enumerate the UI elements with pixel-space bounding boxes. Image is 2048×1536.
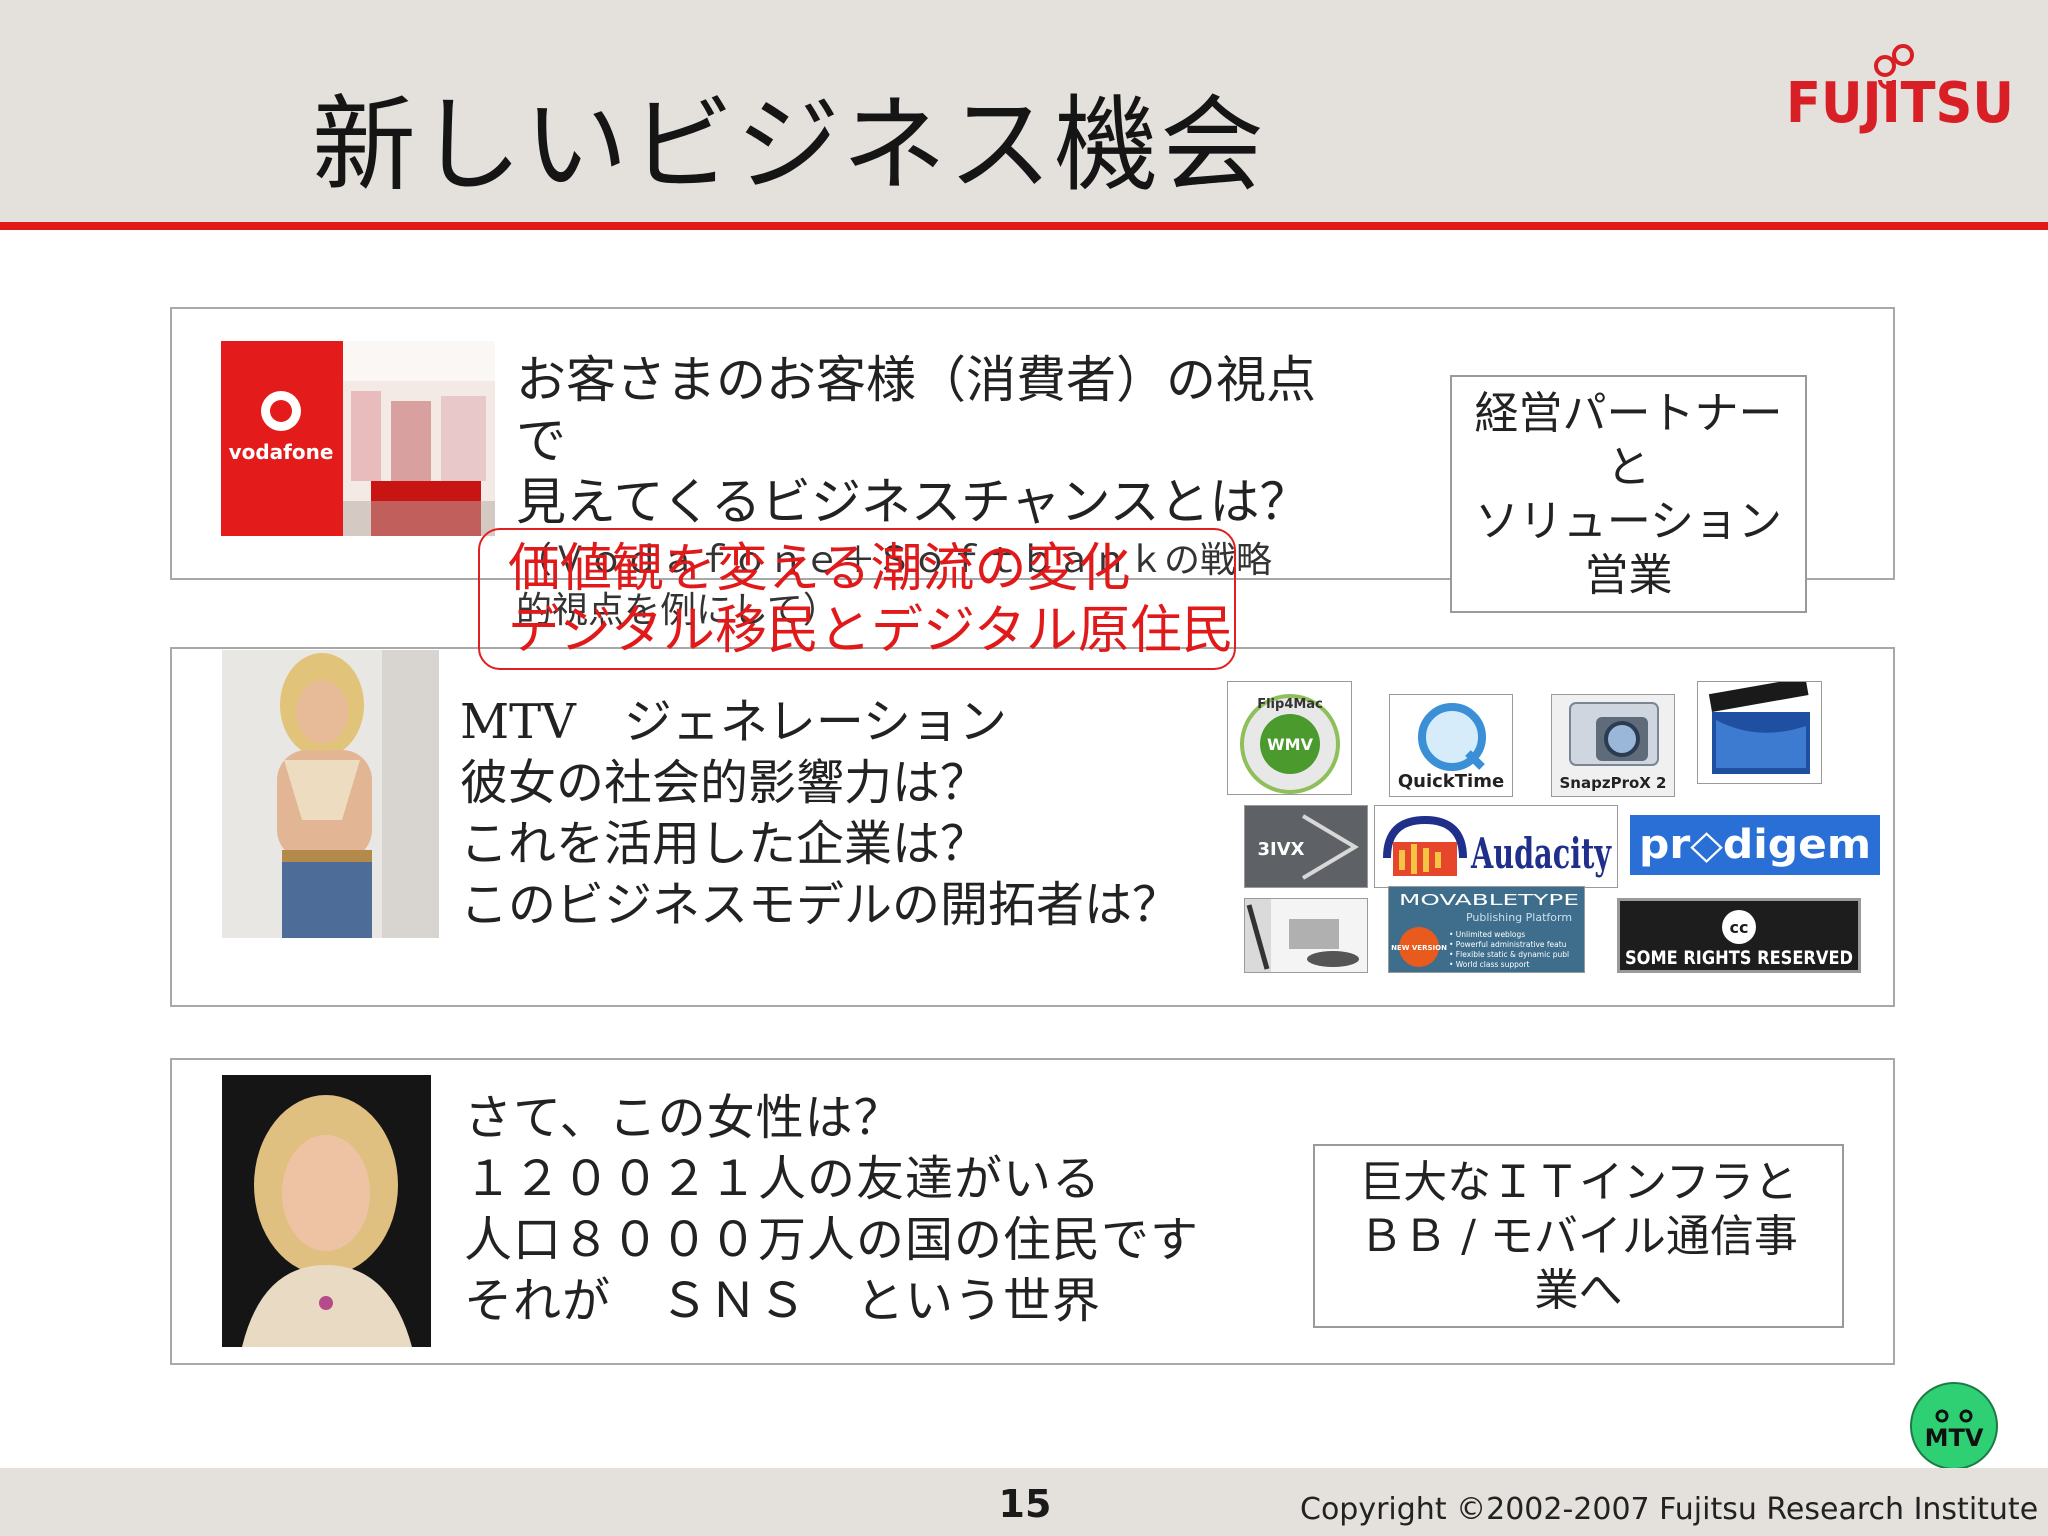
movie-clapper-icon — [1697, 681, 1822, 784]
mtv-badge-icon: MTV — [1910, 1382, 1998, 1470]
panel2-text: MTV ジェネレーション 彼女の社会的影響力は？ これを活用した企業は？ このビ… — [460, 692, 1180, 936]
panel1-line: で — [516, 412, 566, 470]
callout-line: 巨大なＩＴインフラと — [1359, 1157, 1798, 1208]
slide-title: 新しいビジネス機会 — [312, 84, 1267, 206]
video-app-icon — [1244, 898, 1368, 973]
callout-line: と — [1606, 442, 1651, 493]
panel1-text: お客さまのお客様（消費者）の視点 で 見えてくるビジネスチャンスとは？ — [516, 350, 1316, 533]
callout-line: 経営パートナー — [1474, 388, 1783, 439]
flip4mac-icon: Flip4Mac WMV — [1227, 681, 1352, 795]
quicktime-icon: QuickTime — [1389, 694, 1513, 797]
creative-commons-badge: cc SOME RIGHTS RESERVED — [1617, 898, 1861, 973]
3ivx-label: 3IVX — [1257, 839, 1304, 860]
snapzprox-icon: SnapzProX 2 — [1551, 694, 1675, 797]
movabletype-bullet: • Unlimited weblogs — [1449, 930, 1525, 939]
panel2-line: このビジネスモデルの開拓者は？ — [460, 877, 1181, 933]
woman-closeup-photo — [222, 1075, 431, 1347]
panel3-line: それが ＳＮＳ という世界 — [464, 1273, 1102, 1329]
flip4mac-badge: WMV — [1267, 735, 1314, 754]
prodigem-label: pr◇digem — [1639, 822, 1871, 868]
red-callout-line: 価値観を変える潮流の変化 — [508, 539, 1131, 599]
copyright-text: Copyright ©2002-2007 Fujitsu Research In… — [1300, 1492, 2039, 1527]
panel1-line: お客さまのお客様（消費者）の視点 — [516, 351, 1316, 409]
audacity-label: Audacity — [1470, 829, 1612, 878]
panel3-text: さて、この女性は？ １２００２１人の友達がいる 人口８０００万人の国の住民です … — [464, 1088, 1199, 1332]
panel3-line: １２００２１人の友達がいる — [464, 1151, 1102, 1207]
panel1-callout-box: 経営パートナー と ソリューション 営業 — [1450, 375, 1807, 613]
vodafone-store-photo: vodafone — [221, 341, 495, 536]
movabletype-bullet: • Powerful administrative featu — [1449, 940, 1567, 949]
header-divider — [0, 222, 2048, 230]
snapzprox-label: SnapzProX 2 — [1559, 774, 1667, 792]
panel2-line: これを活用した企業は？ — [460, 816, 989, 872]
panel1-line: 見えてくるビジネスチャンスとは？ — [516, 473, 1310, 531]
3ivx-icon: 3IVX — [1244, 805, 1368, 888]
flip4mac-title: Flip4Mac — [1257, 697, 1323, 712]
panel3-line: さて、この女性は？ — [464, 1090, 903, 1146]
prodigem-logo: pr◇digem — [1630, 815, 1880, 875]
movabletype-subtitle: Publishing Platform — [1466, 911, 1572, 924]
callout-line: ソリューション — [1474, 496, 1783, 547]
fujitsu-logo: FUJITSU — [1786, 44, 2014, 136]
quicktime-label: QuickTime — [1397, 771, 1505, 792]
movabletype-badge: NEW VERSION — [1391, 944, 1447, 952]
movabletype-bullet: • World class support — [1449, 960, 1530, 969]
panel2-line: 彼女の社会的影響力は？ — [460, 755, 989, 811]
callout-line: ＢＢ / モバイル通信事 — [1359, 1211, 1798, 1262]
vodafone-logo-text: vodafone — [229, 440, 334, 464]
movabletype-title: MOVABLETYPE — [1399, 891, 1579, 909]
cc-symbol: cc — [1730, 918, 1749, 937]
red-callout-line: デジタル移民とデジタル原住民 — [508, 601, 1234, 661]
movabletype-bullet: • Flexible static & dynamic publ — [1449, 950, 1569, 959]
cc-label: SOME RIGHTS RESERVED — [1625, 947, 1853, 969]
panel2-line: MTV ジェネレーション — [460, 694, 1007, 750]
red-callout-box: 価値観を変える潮流の変化 デジタル移民とデジタル原住民 — [478, 528, 1236, 670]
logo-text: FUJITSU — [1786, 71, 2014, 136]
callout-line: 業へ — [1534, 1265, 1623, 1316]
page-number: 15 — [998, 1482, 1052, 1526]
audacity-icon: Audacity — [1374, 805, 1618, 888]
callout-line: 営業 — [1584, 550, 1673, 601]
mtv-badge-text: MTV — [1925, 1424, 1984, 1452]
woman-portrait-photo — [222, 650, 439, 938]
movabletype-icon: MOVABLETYPE Publishing Platform NEW VERS… — [1388, 886, 1585, 973]
panel3-line: 人口８０００万人の国の住民です — [464, 1212, 1200, 1268]
panel3-callout-box: 巨大なＩＴインフラと ＢＢ / モバイル通信事 業へ — [1313, 1144, 1844, 1328]
